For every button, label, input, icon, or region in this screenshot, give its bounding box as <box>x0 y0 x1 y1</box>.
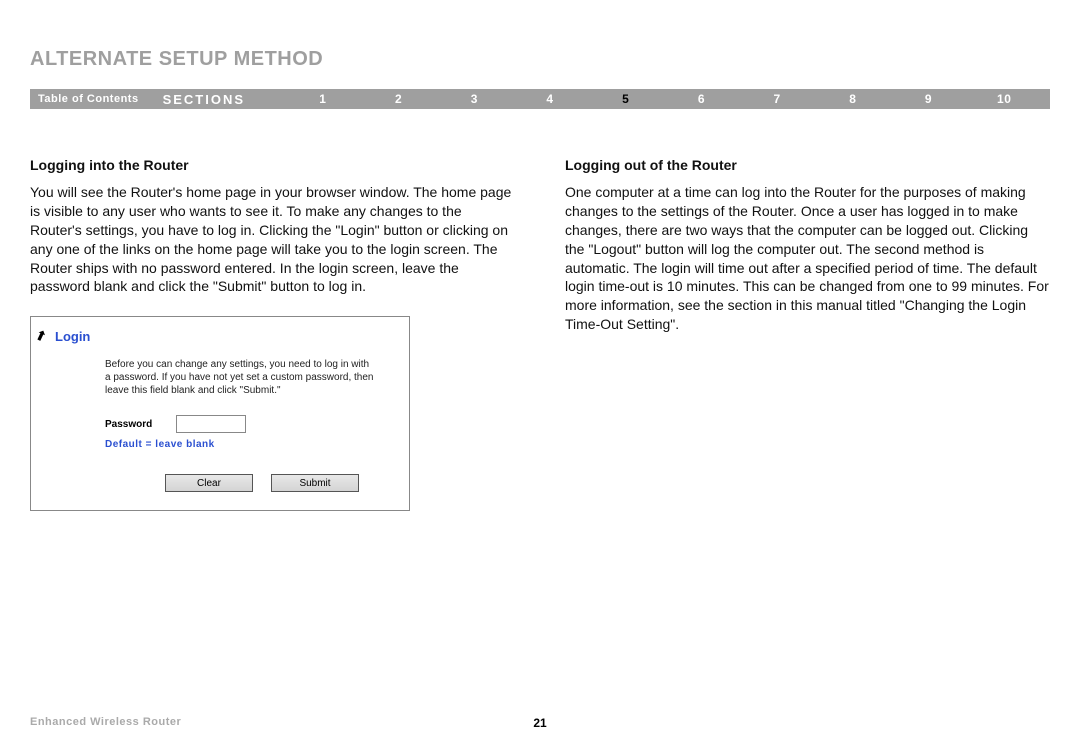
nav-section-1[interactable]: 1 <box>285 92 361 106</box>
right-column: Logging out of the Router One computer a… <box>565 157 1050 511</box>
left-body: You will see the Router's home page in y… <box>30 183 515 296</box>
nav-section-5[interactable]: 5 <box>588 92 664 106</box>
login-hint: Default = leave blank <box>105 439 395 450</box>
nav-section-8[interactable]: 8 <box>815 92 891 106</box>
page-title: ALTERNATE SETUP METHOD <box>30 48 1050 71</box>
nav-section-10[interactable]: 10 <box>966 92 1042 106</box>
right-heading: Logging out of the Router <box>565 157 1050 173</box>
nav-section-6[interactable]: 6 <box>664 92 740 106</box>
footer-page-number: 21 <box>533 716 546 730</box>
left-column: Logging into the Router You will see the… <box>30 157 515 511</box>
login-card: ⬈ Login Before you can change any settin… <box>30 316 410 511</box>
login-title: Login <box>55 329 395 344</box>
cursor-icon: ⬈ <box>32 326 49 346</box>
nav-section-numbers: 1 2 3 4 5 6 7 8 9 10 <box>285 92 1042 106</box>
nav-section-7[interactable]: 7 <box>739 92 815 106</box>
login-desc: Before you can change any settings, you … <box>105 358 375 397</box>
password-label: Password <box>105 419 152 430</box>
submit-button[interactable]: Submit <box>271 474 359 492</box>
nav-section-3[interactable]: 3 <box>436 92 512 106</box>
right-body: One computer at a time can log into the … <box>565 183 1050 334</box>
left-heading: Logging into the Router <box>30 157 515 173</box>
nav-sections-label: SECTIONS <box>163 92 245 107</box>
password-input[interactable] <box>176 415 246 433</box>
footer-product: Enhanced Wireless Router <box>30 716 181 728</box>
sections-nav: Table of Contents SECTIONS 1 2 3 4 5 6 7… <box>30 89 1050 109</box>
clear-button[interactable]: Clear <box>165 474 253 492</box>
nav-section-4[interactable]: 4 <box>512 92 588 106</box>
nav-section-9[interactable]: 9 <box>891 92 967 106</box>
nav-section-2[interactable]: 2 <box>361 92 437 106</box>
nav-toc[interactable]: Table of Contents <box>38 93 139 105</box>
